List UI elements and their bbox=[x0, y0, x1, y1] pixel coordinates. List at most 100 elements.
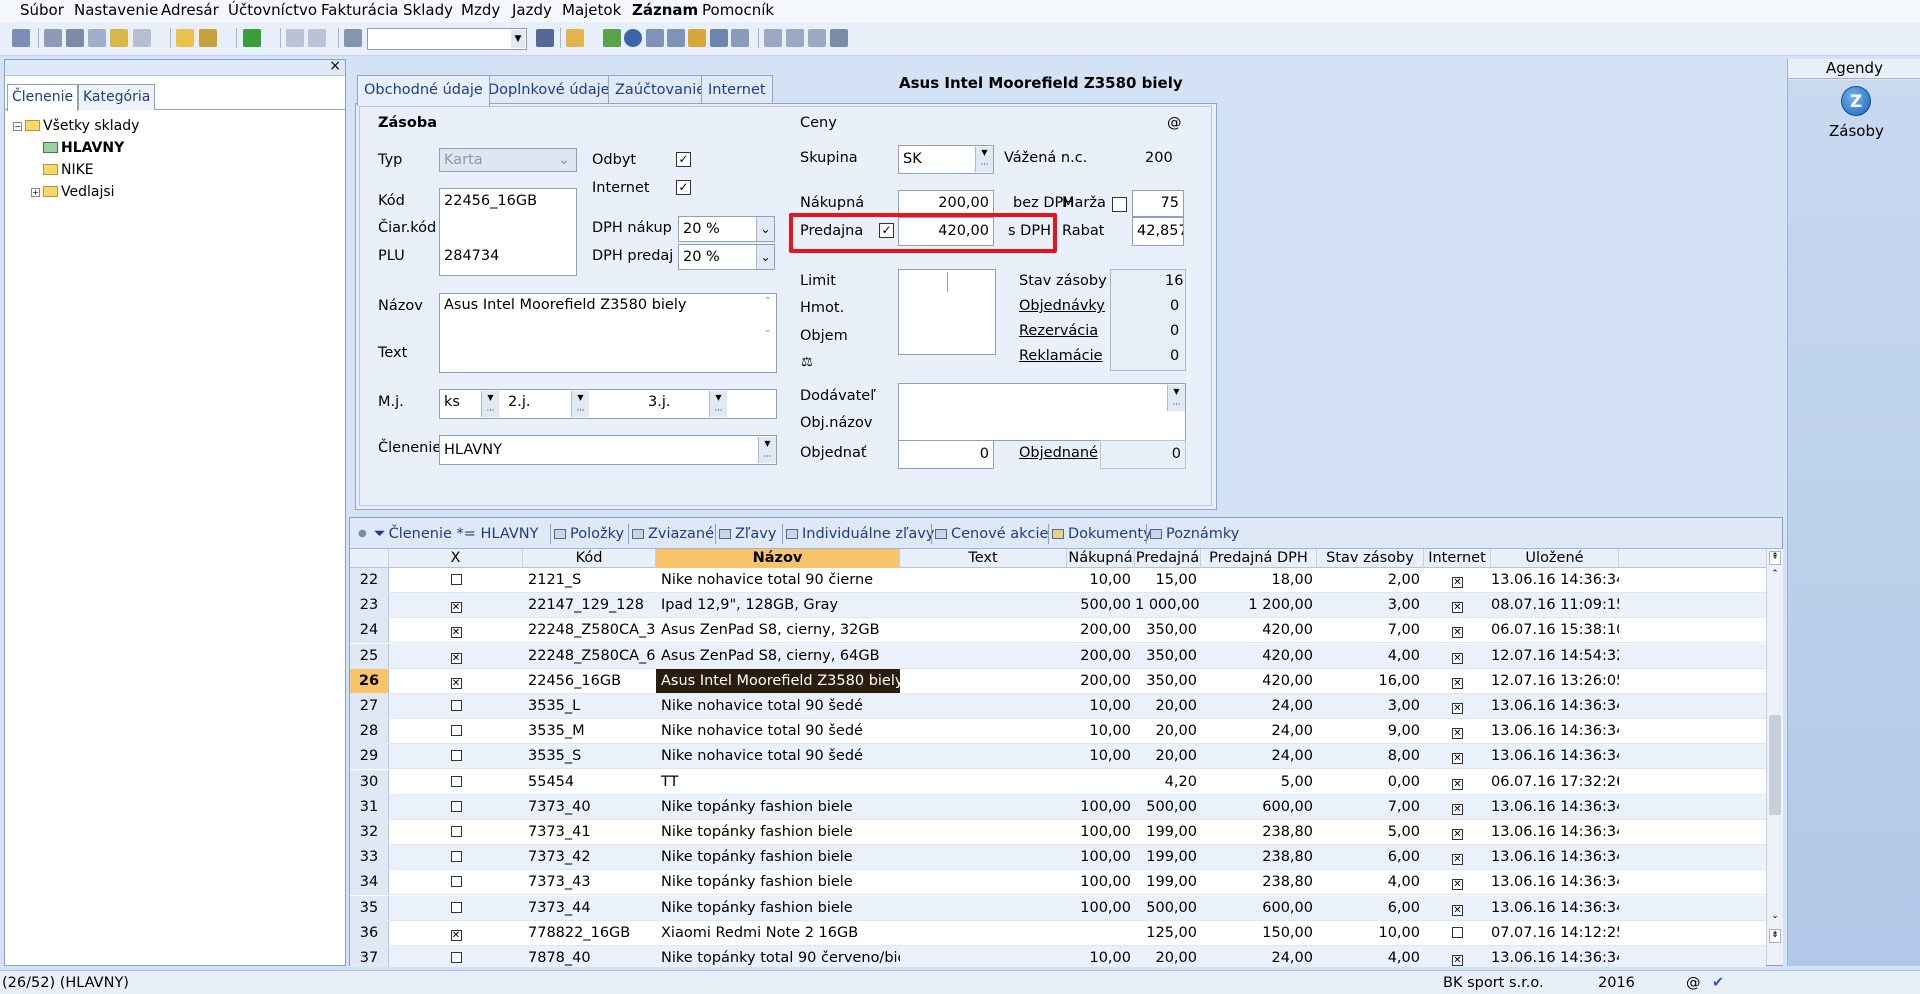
row-nazov[interactable]: Xiaomi Redmi Note 2 16GB bbox=[656, 921, 900, 945]
row-x-checkbox[interactable] bbox=[389, 770, 523, 794]
row-x-checkbox[interactable] bbox=[389, 946, 523, 967]
row-text[interactable] bbox=[900, 820, 1067, 844]
row-internet-checkbox[interactable]: ✕ bbox=[1424, 593, 1491, 617]
chevron-down-icon[interactable]: ▼ bbox=[511, 30, 525, 48]
tab-obchodne-udaje[interactable]: Obchodné údaje bbox=[357, 75, 490, 106]
globe-icon[interactable] bbox=[624, 29, 642, 47]
money-icon[interactable] bbox=[603, 29, 621, 47]
new-record-icon[interactable] bbox=[176, 29, 194, 47]
table-row[interactable]: 25 ✕ 22248_Z580CA_6 Asus ZenPad S8, cierny,… bbox=[350, 643, 1766, 669]
grid-scrollbar[interactable]: ⇞ ⌃ ⌄ ⇟ bbox=[1766, 549, 1783, 965]
row-predajna[interactable]: 20,00 bbox=[1135, 719, 1201, 743]
table-row[interactable]: 36 ✕ 778822_16GB Xiaomi Redmi Note 2 16GB 12… bbox=[350, 920, 1766, 946]
row-internet-checkbox[interactable]: ✕ bbox=[1424, 694, 1491, 718]
row-kod[interactable]: 7373_43 bbox=[523, 870, 656, 894]
export-icon[interactable] bbox=[110, 29, 128, 47]
scroll-up-icon[interactable]: ⌃ bbox=[1769, 569, 1781, 581]
menu-sklady[interactable]: Sklady bbox=[403, 1, 453, 19]
table-row[interactable]: 27 3535_L Nike nohavice total 90 šedé 10,00… bbox=[350, 694, 1766, 719]
row-ulozene[interactable]: 12.07.16 13:26:05 bbox=[1491, 669, 1619, 693]
tab-poznamky[interactable]: Poznámky bbox=[1150, 521, 1239, 547]
row-predajna-dph[interactable]: 420,00 bbox=[1201, 644, 1317, 668]
tab-clenenie[interactable]: Členenie bbox=[7, 84, 79, 111]
row-predajna[interactable]: 4,20 bbox=[1135, 770, 1201, 794]
row-kod[interactable]: 7373_41 bbox=[523, 820, 656, 844]
row-text[interactable] bbox=[900, 896, 1067, 920]
row-predajna-dph[interactable]: 24,00 bbox=[1201, 694, 1317, 718]
row-stav[interactable]: 10,00 bbox=[1317, 921, 1424, 945]
row-number[interactable]: 37 bbox=[350, 946, 389, 967]
row-predajna[interactable]: 199,00 bbox=[1135, 845, 1201, 869]
table-row[interactable]: 22 2121_S Nike nohavice total 90 čierne 10,… bbox=[350, 568, 1766, 593]
row-internet-checkbox[interactable]: ✕ bbox=[1424, 618, 1491, 642]
row-internet-checkbox[interactable] bbox=[1424, 921, 1491, 945]
row-x-checkbox[interactable]: ✕ bbox=[389, 593, 523, 617]
list-icon[interactable] bbox=[786, 29, 804, 47]
row-predajna[interactable]: 20,00 bbox=[1135, 946, 1201, 967]
row-number[interactable]: 32 bbox=[350, 820, 389, 844]
row-ulozene[interactable]: 06.07.16 15:38:10 bbox=[1491, 618, 1619, 642]
table-icon[interactable] bbox=[646, 29, 664, 47]
col-ulozene[interactable]: Uložené bbox=[1491, 549, 1619, 568]
row-predajna[interactable]: 350,00 bbox=[1135, 669, 1201, 693]
menu-pomocnik[interactable]: Pomocník bbox=[702, 1, 774, 19]
row-predajna-dph[interactable]: 24,00 bbox=[1201, 744, 1317, 768]
col-nazov[interactable]: Názov bbox=[656, 549, 900, 568]
row-ulozene[interactable]: 13.06.16 14:36:34 bbox=[1491, 946, 1619, 967]
zasoby-icon[interactable]: Z bbox=[1841, 86, 1871, 116]
tab-dokumenty[interactable]: Dokumenty bbox=[1052, 521, 1152, 547]
table-row[interactable]: 31 7373_40 Nike topánky fashion biele 100,0… bbox=[350, 794, 1766, 820]
copy-icon[interactable] bbox=[344, 29, 362, 47]
reklamacie-link[interactable]: Reklamácie bbox=[1019, 348, 1103, 364]
print-icon[interactable] bbox=[66, 29, 84, 47]
row-text[interactable] bbox=[900, 593, 1067, 617]
table-row[interactable]: 30 55454 TT 4,20 5,00 0,00 ✕ 06.07.16 17:32:26 bbox=[350, 769, 1766, 795]
row-kod[interactable]: 7373_42 bbox=[523, 845, 656, 869]
pin-icon[interactable]: ● bbox=[358, 521, 367, 547]
table-row[interactable]: 34 7373_43 Nike topánky fashion biele 100,0… bbox=[350, 870, 1766, 896]
table-row[interactable]: 32 7373_41 Nike topánky fashion biele 100,0… bbox=[350, 820, 1766, 845]
plu-field[interactable]: 284734 bbox=[444, 248, 499, 264]
row-stav[interactable]: 7,00 bbox=[1317, 795, 1424, 819]
row-predajna[interactable]: 199,00 bbox=[1135, 870, 1201, 894]
tab-individualne-zlavy[interactable]: Individuálne zľavy bbox=[786, 521, 934, 547]
tab-zviazane[interactable]: Zviazané bbox=[632, 521, 714, 547]
row-nakupna[interactable]: 100,00 bbox=[1067, 820, 1135, 844]
row-nazov[interactable]: Nike nohavice total 90 šedé bbox=[656, 719, 900, 743]
table-row[interactable]: 35 7373_44 Nike topánky fashion biele 100,0… bbox=[350, 895, 1766, 921]
row-stav[interactable]: 5,00 bbox=[1317, 820, 1424, 844]
row-nakupna[interactable]: 500,00 bbox=[1067, 593, 1135, 617]
dph-nakup-select[interactable]: 20 % ⌄ bbox=[678, 216, 775, 242]
row-predajna-dph[interactable]: 1 200,00 bbox=[1201, 593, 1317, 617]
row-nazov[interactable]: Nike nohavice total 90 čierne bbox=[656, 568, 900, 592]
row-number[interactable]: 23 bbox=[350, 593, 389, 618]
row-stav[interactable]: 0,00 bbox=[1317, 770, 1424, 794]
row-text[interactable] bbox=[900, 870, 1067, 894]
table-row[interactable]: 29 3535_S Nike nohavice total 90 šedé 10,00… bbox=[350, 744, 1766, 770]
row-text[interactable] bbox=[900, 669, 1067, 693]
col-predajna[interactable]: Predajná bbox=[1135, 549, 1201, 568]
row-kod[interactable]: 22248_Z580CA_3 bbox=[523, 618, 656, 642]
close-icon[interactable]: × bbox=[329, 58, 341, 74]
row-internet-checkbox[interactable]: ✕ bbox=[1424, 744, 1491, 768]
row-number[interactable]: 22 bbox=[350, 568, 389, 592]
row-kod[interactable]: 778822_16GB bbox=[523, 921, 656, 945]
row-kod[interactable]: 22147_129_128 bbox=[523, 593, 656, 617]
row-ulozene[interactable]: 08.07.16 11:09:15 bbox=[1491, 593, 1619, 617]
row-stav[interactable]: 7,00 bbox=[1317, 618, 1424, 642]
marza-field[interactable]: 75 bbox=[1132, 190, 1184, 217]
barcode-icon[interactable] bbox=[710, 29, 728, 47]
row-predajna-dph[interactable]: 5,00 bbox=[1201, 770, 1317, 794]
row-text[interactable] bbox=[900, 795, 1067, 819]
row-stav[interactable]: 3,00 bbox=[1317, 694, 1424, 718]
row-x-checkbox[interactable]: ✕ bbox=[389, 921, 523, 945]
row-predajna[interactable]: 350,00 bbox=[1135, 644, 1201, 668]
scroll-up-icon[interactable]: ⌃ bbox=[764, 296, 772, 307]
table-row[interactable]: 26 ✕ 22456_16GB Asus Intel Moorefield Z3580… bbox=[350, 668, 1766, 694]
row-text[interactable] bbox=[900, 921, 1067, 945]
row-nazov[interactable]: Nike topánky fashion biele bbox=[656, 896, 900, 920]
row-predajna[interactable]: 1 000,00 bbox=[1135, 593, 1201, 617]
skupina-dropdown[interactable]: ▼ ··· bbox=[975, 147, 993, 172]
table-row[interactable]: 37 7878_40 Nike topánky total 90 červeno/b… bbox=[350, 946, 1766, 967]
row-internet-checkbox[interactable]: ✕ bbox=[1424, 795, 1491, 819]
